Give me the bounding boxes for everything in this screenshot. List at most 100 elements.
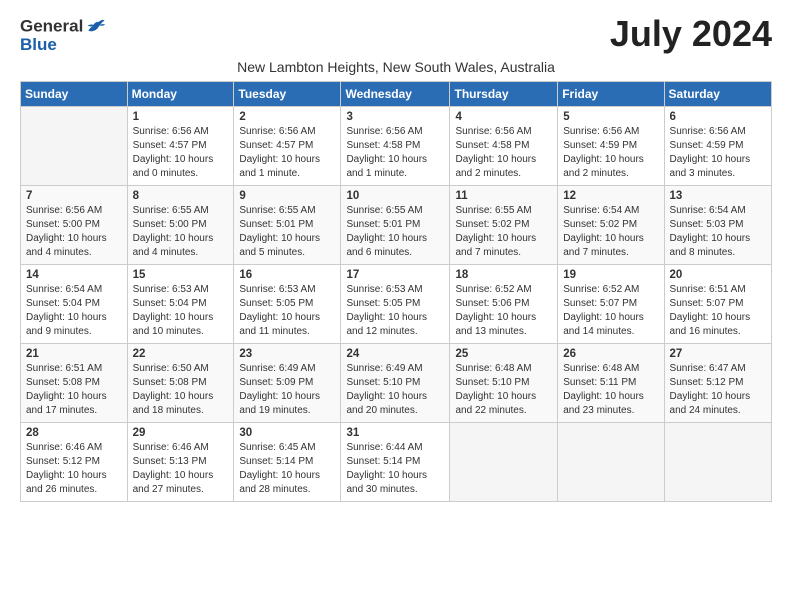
- calendar-cell: 21 Sunrise: 6:51 AM Sunset: 5:08 PM Dayli…: [21, 343, 128, 422]
- calendar-cell: 11Sunrise: 6:55 AM Sunset: 5:02 PM Dayli…: [450, 185, 558, 264]
- calendar-cell: 24 Sunrise: 6:49 AM Sunset: 5:10 PM Dayli…: [341, 343, 450, 422]
- day-number: 24: [346, 348, 444, 360]
- calendar-week-3: 14 Sunrise: 6:54 AM Sunset: 5:04 PM Dayli…: [21, 264, 772, 343]
- day-info: Sunrise: 6:48 AM Sunset: 5:10 PM Dayligh…: [455, 362, 552, 418]
- calendar-cell: 16Sunrise: 6:53 AM Sunset: 5:05 PM Dayli…: [234, 264, 341, 343]
- calendar-week-4: 21 Sunrise: 6:51 AM Sunset: 5:08 PM Dayli…: [21, 343, 772, 422]
- day-info: Sunrise: 6:56 AM Sunset: 4:59 PM Dayligh…: [670, 125, 766, 181]
- day-number: 21: [26, 348, 122, 360]
- calendar-cell: 2 Sunrise: 6:56 AM Sunset: 4:57 PM Daylig…: [234, 106, 341, 185]
- day-number: 8: [133, 190, 229, 202]
- calendar-cell: 22 Sunrise: 6:50 AM Sunset: 5:08 PM Dayli…: [127, 343, 234, 422]
- day-number: 12: [563, 190, 658, 202]
- logo-text: General Blue: [20, 16, 106, 55]
- calendar-cell: 18 Sunrise: 6:52 AM Sunset: 5:06 PM Dayli…: [450, 264, 558, 343]
- calendar-cell: 25 Sunrise: 6:48 AM Sunset: 5:10 PM Dayli…: [450, 343, 558, 422]
- calendar-cell: 31 Sunrise: 6:44 AM Sunset: 5:14 PM Dayli…: [341, 422, 450, 501]
- calendar-week-2: 7Sunrise: 6:56 AM Sunset: 5:00 PM Daylig…: [21, 185, 772, 264]
- day-info: Sunrise: 6:54 AM Sunset: 5:04 PM Dayligh…: [26, 283, 122, 339]
- day-info: Sunrise: 6:45 AM Sunset: 5:14 PM Dayligh…: [239, 441, 335, 497]
- calendar-cell: 20 Sunrise: 6:51 AM Sunset: 5:07 PM Dayli…: [664, 264, 771, 343]
- day-number: 4: [455, 111, 552, 123]
- day-info: Sunrise: 6:51 AM Sunset: 5:08 PM Dayligh…: [26, 362, 122, 418]
- calendar-table: SundayMondayTuesdayWednesdayThursdayFrid…: [20, 81, 772, 502]
- day-number: 31: [346, 427, 444, 439]
- day-number: 10: [346, 190, 444, 202]
- day-number: 5: [563, 111, 658, 123]
- logo-bird-icon: [84, 16, 106, 38]
- calendar-page: General Blue July 2024 New Lambton Heigh…: [0, 0, 792, 612]
- calendar-cell: 29Sunrise: 6:46 AM Sunset: 5:13 PM Dayli…: [127, 422, 234, 501]
- day-number: 15: [133, 269, 229, 281]
- calendar-header-row: SundayMondayTuesdayWednesdayThursdayFrid…: [21, 81, 772, 106]
- day-number: 1: [133, 111, 229, 123]
- day-number: 16: [239, 269, 335, 281]
- calendar-week-1: 1 Sunrise: 6:56 AM Sunset: 4:57 PM Daylig…: [21, 106, 772, 185]
- month-title: July 2024: [610, 16, 772, 52]
- calendar-cell: 17Sunrise: 6:53 AM Sunset: 5:05 PM Dayli…: [341, 264, 450, 343]
- calendar-cell: 19 Sunrise: 6:52 AM Sunset: 5:07 PM Dayli…: [558, 264, 664, 343]
- day-number: 26: [563, 348, 658, 360]
- calendar-cell: [558, 422, 664, 501]
- day-info: Sunrise: 6:51 AM Sunset: 5:07 PM Dayligh…: [670, 283, 766, 339]
- calendar-cell: 5 Sunrise: 6:56 AM Sunset: 4:59 PM Daylig…: [558, 106, 664, 185]
- day-info: Sunrise: 6:46 AM Sunset: 5:12 PM Dayligh…: [26, 441, 122, 497]
- calendar-cell: 14 Sunrise: 6:54 AM Sunset: 5:04 PM Dayli…: [21, 264, 128, 343]
- day-info: Sunrise: 6:56 AM Sunset: 4:57 PM Dayligh…: [239, 125, 335, 181]
- day-number: 28: [26, 427, 122, 439]
- day-info: Sunrise: 6:55 AM Sunset: 5:02 PM Dayligh…: [455, 204, 552, 260]
- day-number: 19: [563, 269, 658, 281]
- day-number: 25: [455, 348, 552, 360]
- day-info: Sunrise: 6:47 AM Sunset: 5:12 PM Dayligh…: [670, 362, 766, 418]
- calendar-cell: 4 Sunrise: 6:56 AM Sunset: 4:58 PM Daylig…: [450, 106, 558, 185]
- day-number: 18: [455, 269, 552, 281]
- header: General Blue July 2024: [20, 16, 772, 55]
- day-info: Sunrise: 6:52 AM Sunset: 5:07 PM Dayligh…: [563, 283, 658, 339]
- day-info: Sunrise: 6:56 AM Sunset: 4:59 PM Dayligh…: [563, 125, 658, 181]
- day-info: Sunrise: 6:55 AM Sunset: 5:00 PM Dayligh…: [133, 204, 229, 260]
- calendar-cell: 28 Sunrise: 6:46 AM Sunset: 5:12 PM Dayli…: [21, 422, 128, 501]
- day-number: 27: [670, 348, 766, 360]
- day-info: Sunrise: 6:44 AM Sunset: 5:14 PM Dayligh…: [346, 441, 444, 497]
- calendar-cell: 7Sunrise: 6:56 AM Sunset: 5:00 PM Daylig…: [21, 185, 128, 264]
- day-info: Sunrise: 6:54 AM Sunset: 5:03 PM Dayligh…: [670, 204, 766, 260]
- day-info: Sunrise: 6:54 AM Sunset: 5:02 PM Dayligh…: [563, 204, 658, 260]
- day-number: 2: [239, 111, 335, 123]
- day-number: 14: [26, 269, 122, 281]
- day-number: 6: [670, 111, 766, 123]
- calendar-cell: 23Sunrise: 6:49 AM Sunset: 5:09 PM Dayli…: [234, 343, 341, 422]
- day-number: 7: [26, 190, 122, 202]
- calendar-cell: 8 Sunrise: 6:55 AM Sunset: 5:00 PM Daylig…: [127, 185, 234, 264]
- calendar-cell: 12 Sunrise: 6:54 AM Sunset: 5:02 PM Dayli…: [558, 185, 664, 264]
- calendar-header-tuesday: Tuesday: [234, 81, 341, 106]
- calendar-header-thursday: Thursday: [450, 81, 558, 106]
- calendar-cell: [664, 422, 771, 501]
- calendar-header-monday: Monday: [127, 81, 234, 106]
- day-info: Sunrise: 6:49 AM Sunset: 5:10 PM Dayligh…: [346, 362, 444, 418]
- day-info: Sunrise: 6:50 AM Sunset: 5:08 PM Dayligh…: [133, 362, 229, 418]
- day-info: Sunrise: 6:56 AM Sunset: 4:58 PM Dayligh…: [455, 125, 552, 181]
- calendar-header-friday: Friday: [558, 81, 664, 106]
- calendar-cell: 10 Sunrise: 6:55 AM Sunset: 5:01 PM Dayli…: [341, 185, 450, 264]
- calendar-cell: [21, 106, 128, 185]
- day-number: 17: [346, 269, 444, 281]
- logo: General Blue: [20, 16, 106, 55]
- day-info: Sunrise: 6:48 AM Sunset: 5:11 PM Dayligh…: [563, 362, 658, 418]
- day-number: 23: [239, 348, 335, 360]
- day-info: Sunrise: 6:56 AM Sunset: 4:57 PM Dayligh…: [133, 125, 229, 181]
- day-info: Sunrise: 6:46 AM Sunset: 5:13 PM Dayligh…: [133, 441, 229, 497]
- day-number: 30: [239, 427, 335, 439]
- logo-blue: Blue: [20, 36, 106, 55]
- day-info: Sunrise: 6:55 AM Sunset: 5:01 PM Dayligh…: [346, 204, 444, 260]
- day-info: Sunrise: 6:55 AM Sunset: 5:01 PM Dayligh…: [239, 204, 335, 260]
- day-number: 20: [670, 269, 766, 281]
- subtitle: New Lambton Heights, New South Wales, Au…: [20, 59, 772, 75]
- calendar-cell: 26 Sunrise: 6:48 AM Sunset: 5:11 PM Dayli…: [558, 343, 664, 422]
- calendar-cell: 15Sunrise: 6:53 AM Sunset: 5:04 PM Dayli…: [127, 264, 234, 343]
- day-info: Sunrise: 6:56 AM Sunset: 4:58 PM Dayligh…: [346, 125, 444, 181]
- day-number: 22: [133, 348, 229, 360]
- calendar-cell: 9Sunrise: 6:55 AM Sunset: 5:01 PM Daylig…: [234, 185, 341, 264]
- calendar-cell: 30 Sunrise: 6:45 AM Sunset: 5:14 PM Dayli…: [234, 422, 341, 501]
- day-info: Sunrise: 6:52 AM Sunset: 5:06 PM Dayligh…: [455, 283, 552, 339]
- calendar-week-5: 28 Sunrise: 6:46 AM Sunset: 5:12 PM Dayli…: [21, 422, 772, 501]
